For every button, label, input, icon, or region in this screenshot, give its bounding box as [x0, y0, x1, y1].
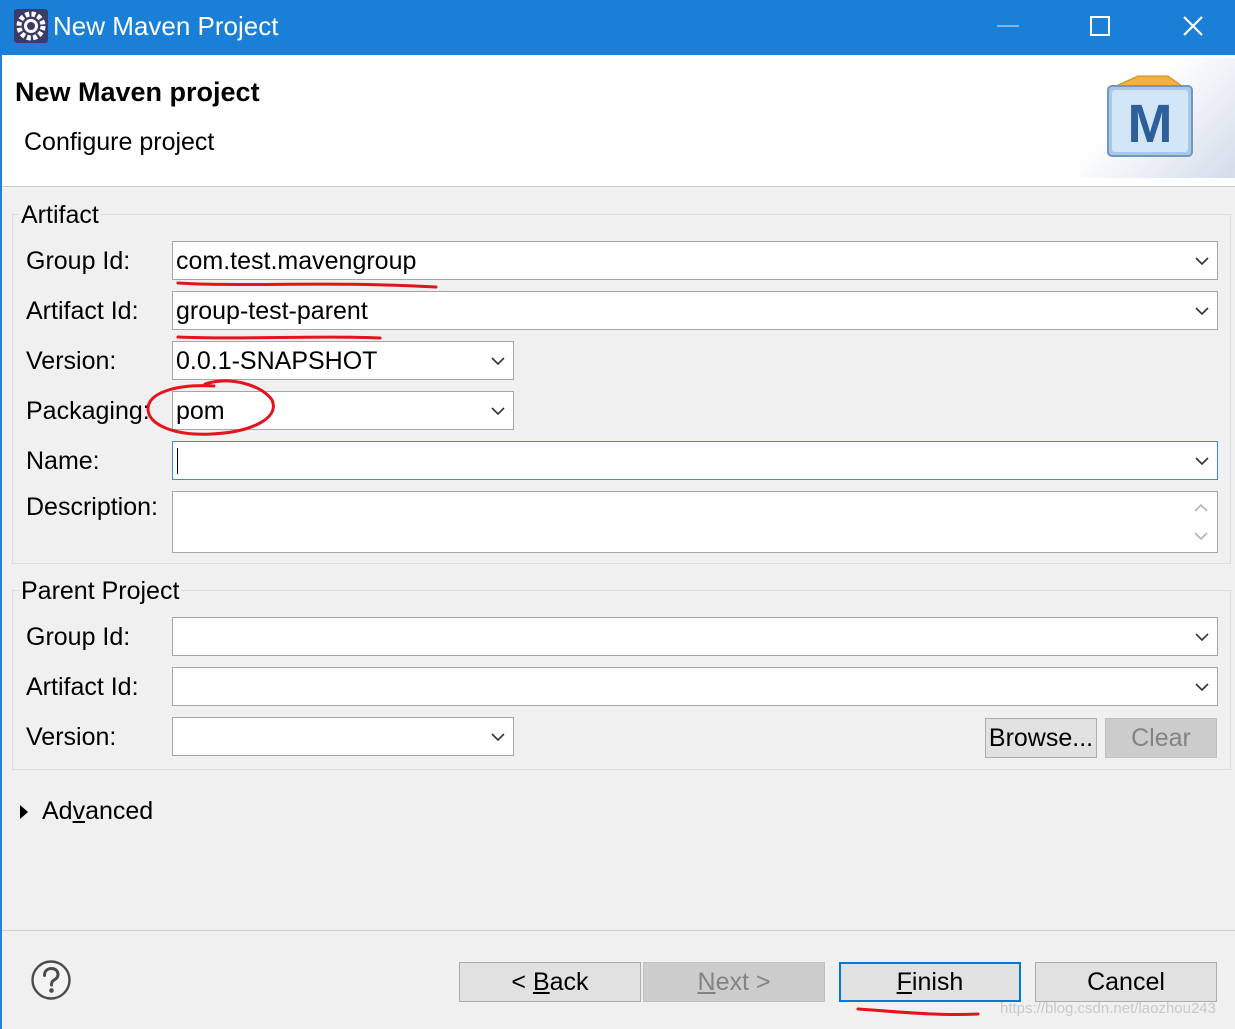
back-label-mnemonic: B [532, 968, 550, 996]
back-label-rest: ack [549, 968, 589, 996]
expand-triangle-icon[interactable] [18, 803, 30, 821]
chevron-down-icon [1195, 457, 1209, 466]
back-label-prefix: < [511, 968, 533, 996]
scroll-down-icon[interactable] [1193, 530, 1209, 542]
finish-label-mnemonic: F [896, 968, 912, 996]
artifact-id-value: group-test-parent [176, 297, 368, 325]
chevron-down-icon [1195, 683, 1209, 692]
artifact-id-combo[interactable]: group-test-parent [172, 291, 1218, 330]
text-caret [177, 448, 178, 474]
scroll-up-icon[interactable] [1193, 502, 1209, 514]
chevron-down-icon [1195, 307, 1209, 316]
help-icon[interactable] [30, 959, 72, 1001]
advanced-toggle[interactable]: Advanced [42, 796, 153, 826]
version-combo[interactable]: 0.0.1-SNAPSHOT [172, 341, 514, 380]
parent-version-label: Version: [26, 723, 117, 751]
page-title: New Maven project [15, 77, 260, 107]
minimize-icon[interactable] [997, 25, 1019, 27]
watermark: https://blog.csdn.net/laozhou243 [1000, 1000, 1216, 1017]
chevron-down-icon [491, 407, 505, 416]
description-label: Description: [26, 493, 158, 521]
group-id-combo[interactable]: com.test.mavengroup [172, 241, 1218, 280]
chevron-down-icon [491, 733, 505, 742]
name-combo[interactable] [172, 441, 1218, 480]
chevron-down-icon [1195, 257, 1209, 266]
browse-button[interactable]: Browse... [985, 718, 1097, 758]
packaging-label: Packaging: [26, 397, 150, 425]
packaging-combo[interactable]: pom [172, 391, 514, 430]
cancel-button[interactable]: Cancel [1035, 962, 1217, 1002]
chevron-down-icon [1195, 633, 1209, 642]
next-label-rest: ext > [715, 968, 771, 996]
description-textarea[interactable] [172, 491, 1218, 553]
wizard-header [2, 55, 1235, 187]
page-subtitle: Configure project [24, 128, 215, 156]
window-left-border [0, 55, 2, 1029]
footer-separator [2, 930, 1235, 931]
group-id-value: com.test.mavengroup [176, 247, 417, 275]
version-label: Version: [26, 347, 117, 375]
packaging-value: pom [176, 397, 225, 425]
finish-label-rest: inish [911, 968, 964, 996]
close-icon[interactable] [1177, 9, 1209, 43]
group-id-label: Group Id: [26, 247, 131, 275]
underline-finish [856, 1007, 980, 1017]
advanced-label-end: anced [85, 797, 154, 825]
parent-artifact-id-label: Artifact Id: [26, 673, 139, 701]
finish-button[interactable]: Finish [839, 962, 1021, 1002]
artifact-id-label: Artifact Id: [26, 297, 139, 325]
parent-version-combo[interactable] [172, 717, 514, 756]
parent-group-id-combo[interactable] [172, 617, 1218, 656]
chevron-down-icon [491, 357, 505, 366]
maven-logo-letter: M [1128, 94, 1173, 154]
window-title: New Maven Project [53, 11, 279, 41]
name-label: Name: [26, 447, 100, 475]
next-button[interactable]: Next > [643, 962, 825, 1002]
maven-logo-icon: M [1107, 75, 1193, 157]
parent-group-id-label: Group Id: [26, 623, 131, 651]
clear-button[interactable]: Clear [1105, 718, 1217, 758]
artifact-group-title: Artifact [19, 200, 101, 230]
version-value: 0.0.1-SNAPSHOT [176, 347, 378, 375]
maximize-icon[interactable] [1090, 16, 1110, 36]
advanced-label-mnemonic: v [72, 797, 86, 825]
next-label-mnemonic: N [697, 968, 716, 996]
back-button[interactable]: < Back [459, 962, 641, 1002]
eclipse-gear-icon [14, 9, 48, 43]
parent-project-group-title: Parent Project [19, 576, 182, 606]
advanced-label-start: Ad [42, 797, 73, 825]
parent-artifact-id-combo[interactable] [172, 667, 1218, 706]
